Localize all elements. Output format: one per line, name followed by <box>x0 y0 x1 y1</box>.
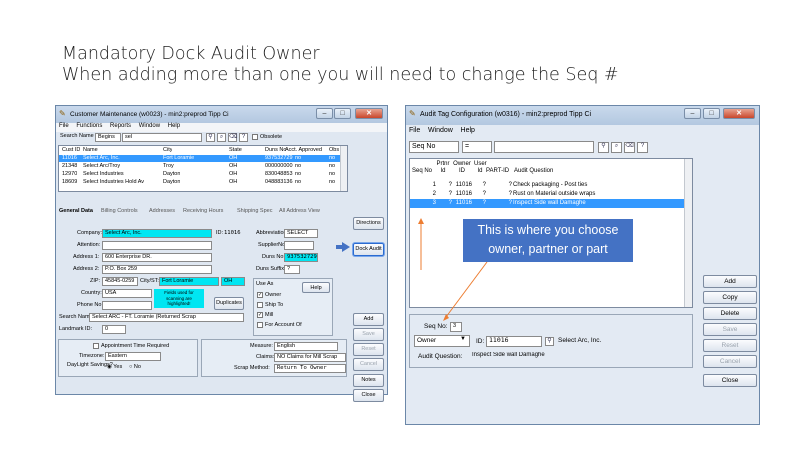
annotation-arrows <box>418 218 488 321</box>
callout-arrow-icon <box>443 261 488 321</box>
callout-box: This is where you choose owner, partner … <box>463 219 633 262</box>
up-arrow-icon <box>418 218 424 270</box>
